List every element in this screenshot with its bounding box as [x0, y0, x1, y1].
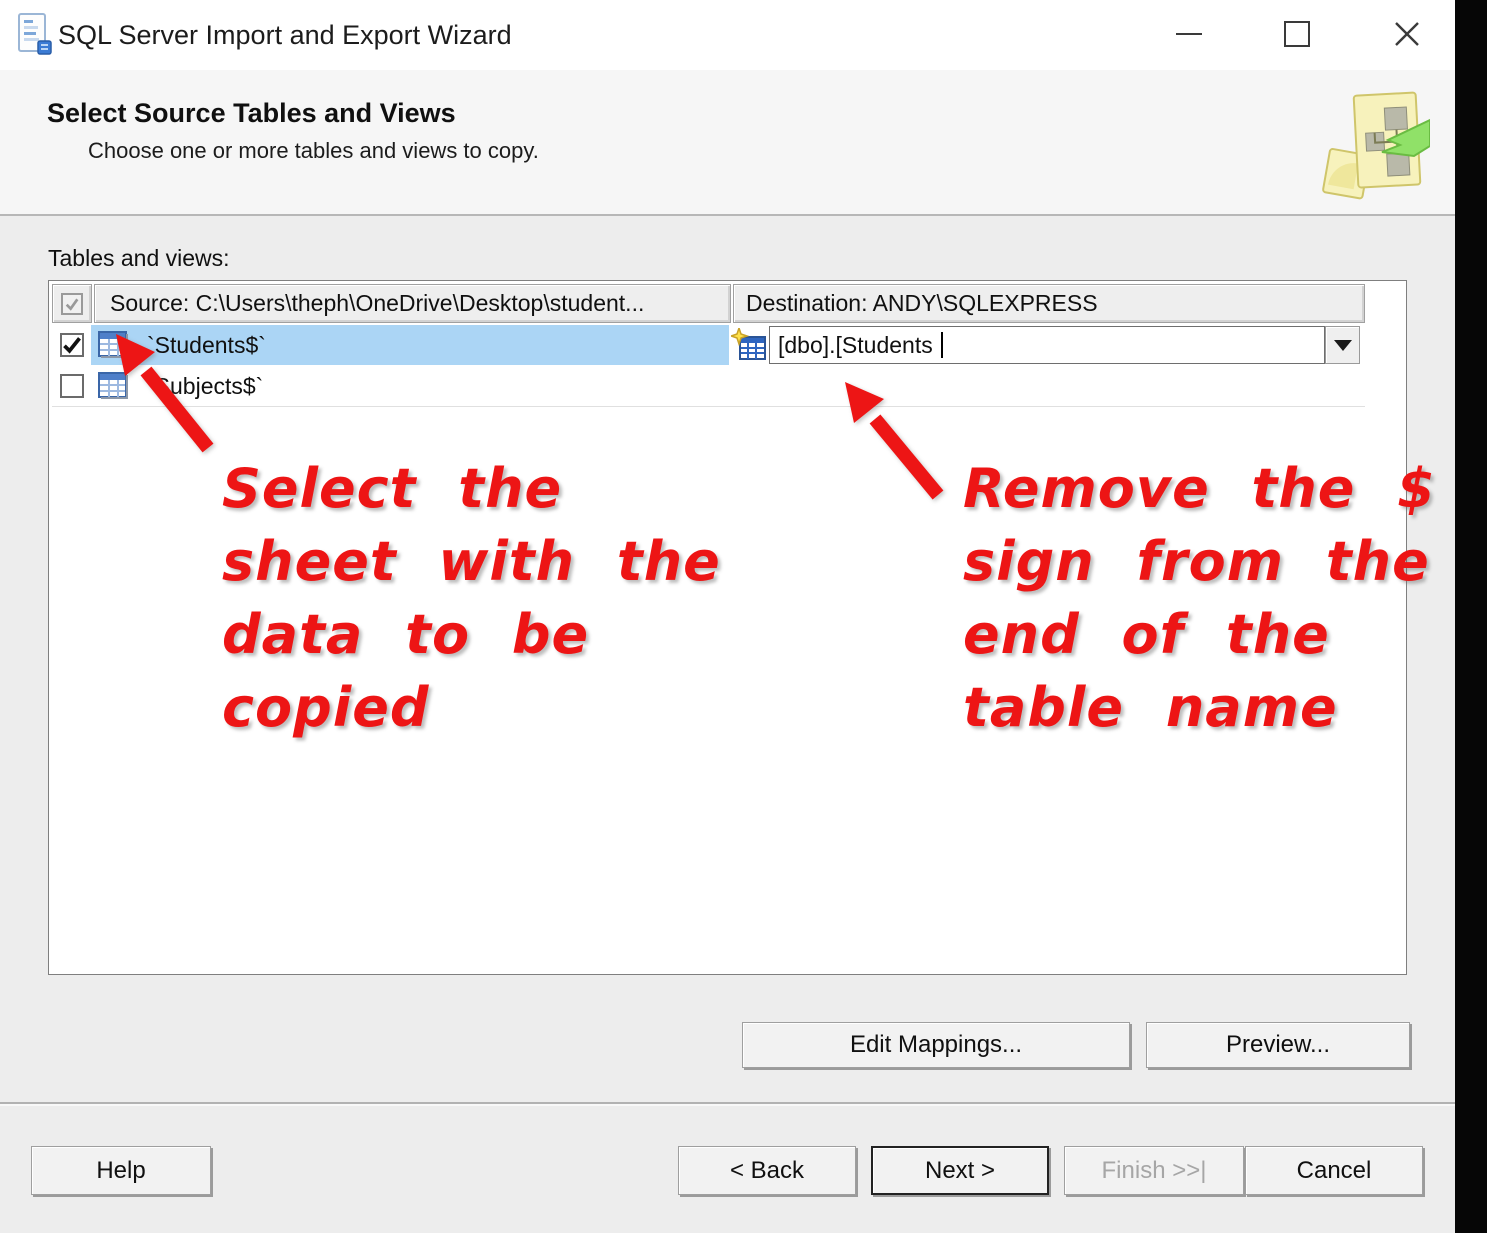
- row-subjects-source-name: `Subjects$`: [147, 373, 263, 400]
- destination-dropdown-button[interactable]: [1325, 326, 1360, 364]
- maximize-icon: [1284, 21, 1310, 47]
- destination-column-header[interactable]: Destination: ANDY\SQLEXPRESS: [733, 284, 1365, 323]
- select-all-header-cell[interactable]: [52, 284, 92, 323]
- wizard-step-icon: [1318, 90, 1430, 207]
- source-column-header[interactable]: Source: C:\Users\theph\OneDrive\Desktop\…: [94, 284, 731, 323]
- check-icon: [62, 335, 82, 355]
- annotation-remove-dollar: Remove the $ sign from the end of the ta…: [963, 452, 1436, 744]
- destination-table-input[interactable]: [dbo].[Students: [769, 326, 1325, 364]
- window-title: SQL Server Import and Export Wizard: [58, 20, 512, 51]
- page-subtitle: Choose one or more tables and views to c…: [88, 138, 539, 164]
- back-button[interactable]: < Back: [678, 1146, 856, 1195]
- table-icon: [98, 372, 129, 400]
- table-icon: [98, 331, 129, 359]
- next-button[interactable]: Next >: [871, 1146, 1049, 1195]
- page-title: Select Source Tables and Views: [47, 98, 456, 129]
- text-caret: [941, 332, 943, 358]
- chevron-down-icon: [1334, 340, 1352, 351]
- row-subjects-checkbox[interactable]: [60, 374, 84, 398]
- cancel-button[interactable]: Cancel: [1245, 1146, 1423, 1195]
- close-icon: [1392, 19, 1422, 49]
- row-students-destination-cell: [dbo].[Students: [731, 325, 1365, 365]
- footer-divider: [0, 1102, 1455, 1104]
- annotation-select-sheet: Select the sheet with the data to be cop…: [222, 452, 721, 744]
- maximize-button[interactable]: [1266, 2, 1328, 66]
- row-students-checkbox[interactable]: [60, 333, 84, 357]
- edit-mappings-button[interactable]: Edit Mappings...: [742, 1022, 1130, 1068]
- finish-button[interactable]: Finish >>|: [1064, 1146, 1244, 1195]
- minimize-button[interactable]: [1158, 2, 1220, 66]
- row-separator: [52, 406, 1365, 407]
- check-icon: [64, 296, 80, 312]
- row-students-source-name: `Students$`: [147, 332, 266, 359]
- row-subjects-checkbox-cell: [52, 366, 91, 406]
- preview-button[interactable]: Preview...: [1146, 1022, 1410, 1068]
- minimize-icon: [1176, 33, 1202, 35]
- row-students-checkbox-cell: [52, 325, 91, 365]
- titlebar: SQL Server Import and Export Wizard: [0, 0, 1455, 70]
- row-students-source-cell[interactable]: `Students$`: [91, 325, 729, 365]
- help-button[interactable]: Help: [31, 1146, 211, 1195]
- app-icon: [16, 12, 54, 63]
- new-table-icon: [731, 328, 767, 367]
- wizard-header: Select Source Tables and Views Choose on…: [0, 70, 1455, 216]
- close-button[interactable]: [1376, 2, 1438, 66]
- row-subjects-source-cell[interactable]: `Subjects$`: [91, 366, 1365, 406]
- select-all-checkbox[interactable]: [61, 293, 83, 315]
- tables-and-views-label: Tables and views:: [48, 245, 230, 272]
